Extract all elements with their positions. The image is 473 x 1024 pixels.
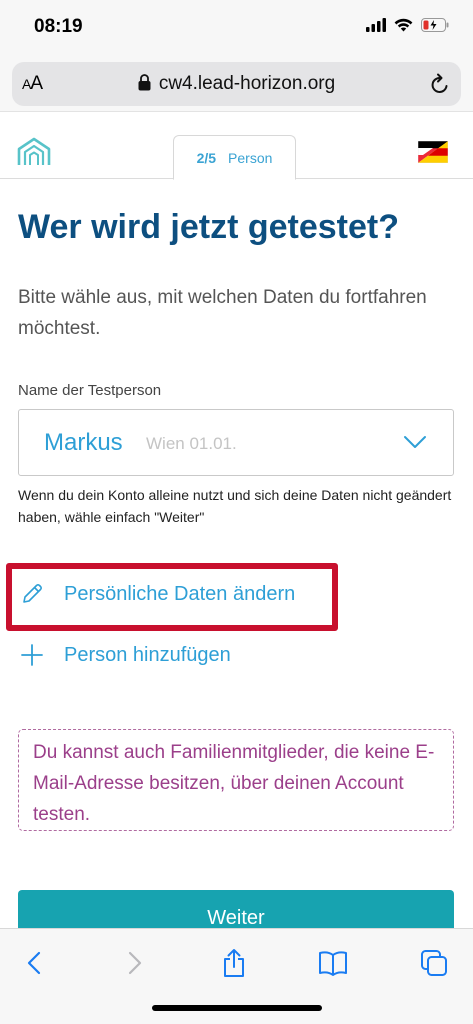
tabs-button[interactable] [414,945,454,981]
url-bar[interactable]: AA cw4.lead-horizon.org [12,62,461,106]
tabs-icon [421,950,447,976]
forward-button[interactable] [115,945,155,981]
share-button[interactable] [214,945,254,981]
info-box: Du kannst auch Familienmitglieder, die k… [18,729,454,831]
lock-icon [138,74,151,91]
status-time: 08:19 [34,16,83,37]
tab-step-progress[interactable]: 2/5 Person [173,135,296,180]
status-icons [366,18,449,32]
person-select[interactable]: Markus Wien 01.01. [18,409,454,476]
plus-icon [20,643,44,667]
step-label: Person [228,149,273,166]
battery-icon [421,18,449,32]
selected-person-meta: Wien 01.01. [146,434,237,453]
browser-address-area: AA cw4.lead-horizon.org [0,56,473,112]
status-bar: 08:19 [0,0,473,56]
selected-person-name: Markus [44,429,123,456]
url-text: cw4.lead-horizon.org [158,73,336,94]
page-header: 2/5 Person [0,113,473,180]
logo-icon[interactable] [17,137,51,167]
reload-icon[interactable] [429,72,451,96]
chevron-left-icon [27,951,41,975]
hint-text: Wenn du dein Konto alleine nutzt und sic… [18,487,452,525]
language-flag-icon[interactable] [418,141,448,163]
home-indicator [152,1005,322,1011]
wifi-icon [394,18,413,32]
add-person-link[interactable]: Person hinzufügen [20,643,231,667]
field-label: Name der Testperson [18,382,162,399]
chevron-right-icon [128,951,142,975]
pencil-icon [20,582,44,606]
add-person-label: Person hinzufügen [64,643,231,666]
book-icon [319,951,347,976]
step-number: 2/5 [196,149,217,166]
bookmarks-button[interactable] [313,945,353,981]
url-field[interactable]: cw4.lead-horizon.org [12,73,461,95]
intro-text: Bitte wähle aus, mit welchen Daten du fo… [18,287,427,339]
share-icon [224,949,244,977]
back-button[interactable] [14,945,54,981]
signal-icon [366,18,386,32]
chevron-down-icon [404,436,426,448]
page-title: Wer wird jetzt getestet? [18,208,399,246]
edit-personal-data-label: Persönliche Daten ändern [64,582,296,605]
edit-personal-data-link[interactable]: Persönliche Daten ändern [20,582,295,606]
